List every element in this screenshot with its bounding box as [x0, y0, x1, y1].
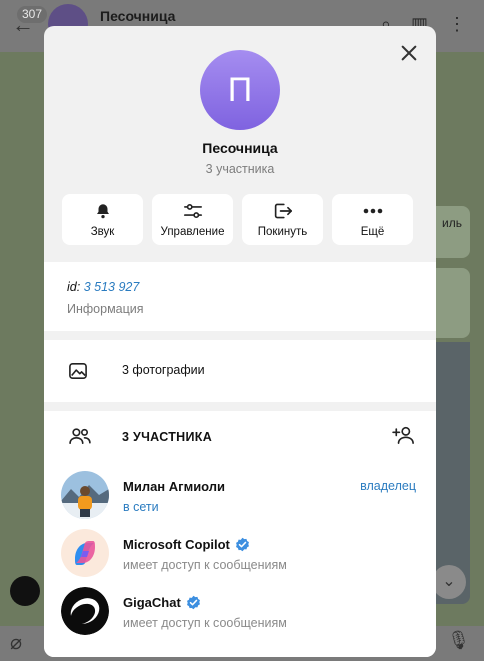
scroll-down-icon[interactable]: ⌄ — [432, 565, 466, 599]
group-id[interactable]: id: 3 513 927 — [67, 280, 139, 294]
member-name: GigaChat — [123, 595, 201, 610]
more-button[interactable]: Ещё — [332, 194, 413, 245]
action-buttons: Звук Управление Покинуть Ещё — [62, 194, 418, 245]
manage-button[interactable]: Управление — [152, 194, 233, 245]
verified-icon — [186, 595, 201, 610]
info-section: id: 3 513 927 Информация — [44, 262, 436, 331]
close-icon[interactable] — [398, 42, 420, 64]
more-label: Ещё — [360, 225, 385, 238]
member-row[interactable]: Microsoft Copilot имеет доступ к сообщен… — [44, 529, 436, 581]
id-prefix: id: — [67, 280, 81, 294]
leave-label: Покинуть — [257, 225, 308, 238]
sender-avatar — [10, 576, 40, 606]
member-name: Милан Агмиоли — [123, 479, 226, 494]
gigachat-logo-icon — [61, 587, 109, 635]
group-member-count: 3 участника — [205, 162, 275, 176]
sound-button[interactable]: Звук — [62, 194, 143, 245]
photos-label: 3 фотографии — [122, 363, 205, 377]
members-section: 3 УЧАСТНИКА Милан Агмиоли в сети владеле… — [44, 411, 436, 657]
sound-label: Звук — [90, 225, 115, 238]
manage-label: Управление — [160, 225, 225, 238]
member-role-badge: владелец — [360, 479, 416, 493]
copilot-logo-icon — [61, 529, 109, 577]
member-row[interactable]: Милан Агмиоли в сети владелец — [44, 471, 436, 523]
microphone-icon[interactable]: 🎙 — [447, 630, 470, 651]
more-icon — [363, 202, 383, 220]
member-status: имеет доступ к сообщениям — [123, 558, 287, 572]
chat-title[interactable]: Песочница — [100, 8, 175, 24]
add-member-icon[interactable] — [392, 425, 416, 450]
image-icon — [68, 362, 88, 385]
id-value[interactable]: 3 513 927 — [84, 280, 140, 294]
member-avatar — [61, 471, 109, 519]
photos-row[interactable]: 3 фотографии — [44, 340, 436, 402]
group-avatar: П — [200, 50, 280, 130]
info-label: Информация — [67, 302, 144, 316]
bell-icon — [94, 202, 112, 220]
member-status: в сети — [123, 500, 159, 514]
group-name: Песочница — [202, 140, 278, 156]
members-icon — [68, 427, 92, 450]
member-row[interactable]: GigaChat имеет доступ к сообщениям — [44, 587, 436, 639]
member-status: имеет доступ к сообщениям — [123, 616, 287, 630]
verified-icon — [235, 537, 250, 552]
attach-icon[interactable]: ⌀ — [10, 630, 22, 655]
leave-icon — [273, 202, 293, 220]
members-title: 3 УЧАСТНИКА — [122, 430, 213, 444]
group-info-dialog: П Песочница 3 участника Звук Управление … — [44, 26, 436, 657]
menu-dots-icon[interactable]: ⋮ — [448, 14, 466, 35]
unread-badge: 307 — [17, 6, 48, 23]
member-name: Microsoft Copilot — [123, 537, 250, 552]
leave-button[interactable]: Покинуть — [242, 194, 323, 245]
sliders-icon — [183, 202, 203, 220]
